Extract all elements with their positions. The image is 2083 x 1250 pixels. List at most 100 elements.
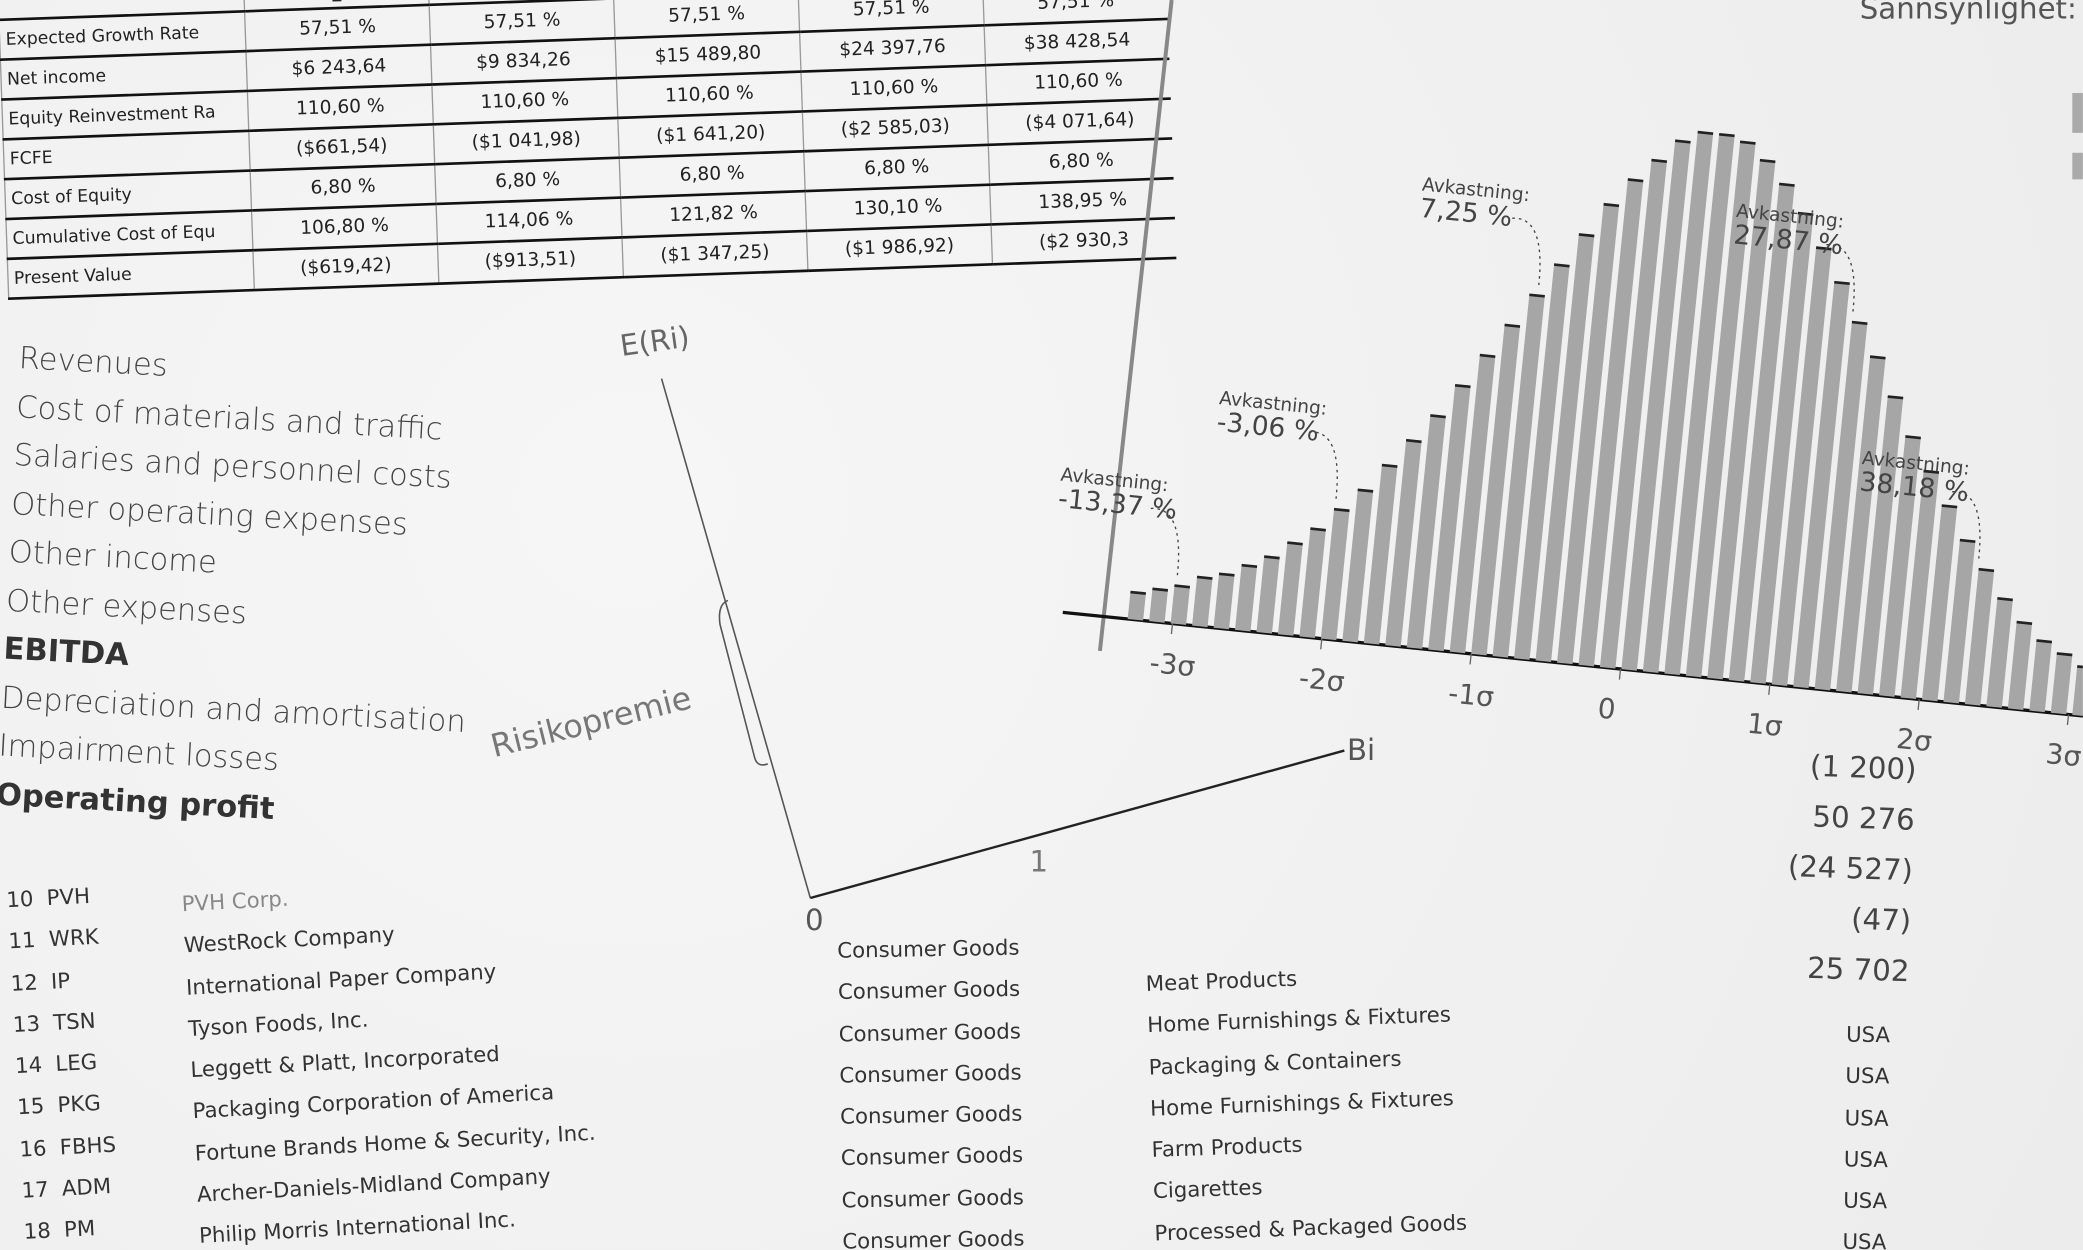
x-tick-label: 1σ — [1746, 707, 1785, 743]
risk-premium-bracket — [718, 599, 769, 766]
rank: 10 — [5, 885, 35, 913]
bar-cap — [1869, 355, 1886, 360]
bar-cap — [1333, 507, 1350, 513]
sector: Consumer Goods — [838, 1017, 1022, 1047]
bar-cap — [1264, 555, 1280, 560]
bar-cap — [1851, 320, 1868, 325]
bar-cap — [1651, 158, 1668, 163]
histogram-bar — [1235, 565, 1258, 632]
bar-cap — [1405, 438, 1422, 444]
bar-cap — [1504, 323, 1521, 328]
bar-cap — [1834, 280, 1850, 286]
bracket-label: Risikopremie — [487, 678, 695, 764]
bar-cap — [1553, 263, 1570, 268]
histogram-bar — [1213, 573, 1235, 630]
company-rank-ticker: 11 WRK — [7, 916, 106, 963]
x-tick — [1320, 638, 1323, 650]
ticker: FBHS — [59, 1131, 117, 1160]
country: USA — [1842, 1187, 1888, 1214]
company-rank-column: 10 PVH 11 WRK 12 IP 13 TSN 14 LEG 15 PKG 16 FBHS 17 ADM… — [5, 874, 121, 1250]
collage: 12345Expected Growth Rate57,51 %57,51 %5… — [0, 0, 2083, 1250]
histogram-bar — [2050, 653, 2073, 715]
bar-cap — [1759, 158, 1776, 164]
company-rank-ticker: 14 LEG — [14, 1040, 113, 1087]
bar-cap — [1430, 414, 1446, 419]
bar-cap — [2077, 665, 2083, 670]
country: USA — [1844, 1104, 1889, 1131]
x-axis-label: Bi — [1347, 733, 1375, 767]
x-tick — [1768, 684, 1771, 695]
bar-cap — [1905, 435, 1921, 440]
bar-cap — [1196, 575, 1213, 580]
bar-cap — [1719, 132, 1735, 138]
x-tick-label: 2σ — [1895, 722, 1934, 758]
rank: 11 — [7, 927, 37, 955]
sector: Consumer Goods — [839, 1059, 1022, 1088]
bar-cap — [1697, 130, 1714, 135]
ticker: PKG — [56, 1090, 102, 1119]
tick-1: 1 — [1030, 844, 1049, 878]
country: USA — [1845, 1021, 1891, 1048]
histogram-bar — [1986, 598, 2013, 708]
sector: Consumer Goods — [837, 976, 1021, 1005]
y-axis-label: E(Ri) — [618, 320, 692, 363]
histogram-bar — [1277, 542, 1303, 636]
rank: 14 — [14, 1052, 43, 1079]
chart-y-axis — [1097, 0, 1174, 652]
annotation-arrow — [1512, 217, 1541, 286]
sector: Consumer Goods — [840, 1142, 1024, 1171]
sector: Consumer Goods — [842, 1225, 1025, 1250]
country: USA — [1843, 1146, 1889, 1173]
rank: 16 — [18, 1135, 48, 1162]
country: USA — [1845, 1063, 1890, 1090]
bar-cap — [1241, 563, 1258, 569]
bar-cap — [1454, 383, 1471, 389]
bar-cap — [1627, 178, 1644, 183]
ticker: PM — [63, 1215, 96, 1243]
y-axis-line — [660, 378, 812, 899]
ticker: TSN — [52, 1007, 97, 1036]
bar-cap — [1674, 139, 1691, 144]
company-name-column: PVH Corp. WestRock Company International P… — [181, 862, 601, 1250]
histogram-bar — [2029, 640, 2052, 713]
bar-cap — [1152, 587, 1169, 592]
x-tick — [1917, 699, 1920, 711]
rank: 13 — [12, 1010, 41, 1038]
company-rank-ticker: 15 PKG — [16, 1082, 115, 1129]
bar-cap — [1529, 293, 1545, 298]
sector: Consumer Goods — [837, 934, 1020, 964]
origin-label: 0 — [805, 903, 824, 937]
country: USA — [1842, 1229, 1887, 1250]
company-rank-ticker: 13 TSN — [12, 999, 111, 1046]
x-tick-label: 3σ — [2044, 737, 2083, 773]
bar-cap — [1381, 463, 1398, 468]
bar-cap — [1739, 140, 1756, 145]
histogram-bar — [1299, 528, 1326, 638]
company-rank-ticker: 18 PM — [23, 1206, 122, 1250]
bar-cap — [1887, 395, 1904, 400]
sector-column: Consumer Goods Consumer Goods Consumer Goo… — [837, 927, 1025, 1250]
ticker: WRK — [48, 924, 100, 952]
histogram-bar — [1192, 576, 1213, 628]
rank: 17 — [20, 1176, 50, 1204]
x-tick-label: -3σ — [1148, 646, 1197, 683]
bar-cap — [1479, 353, 1496, 359]
x-tick — [2066, 714, 2070, 726]
legend-swatch — [2072, 92, 2083, 133]
histogram-bar — [1149, 588, 1168, 623]
bar-cap — [2016, 620, 2033, 625]
company-rank-ticker: 16 FBHS — [18, 1123, 117, 1170]
bar-cap — [1603, 202, 1620, 208]
rank: 18 — [23, 1218, 52, 1245]
legend-title: Sannsynlighet: — [1860, 0, 2077, 26]
company-rank-ticker: 12 IP — [10, 957, 109, 1004]
rank: 15 — [16, 1093, 45, 1121]
company-rank-ticker: 17 ADM — [21, 1165, 120, 1212]
x-tick-label: -1σ — [1447, 676, 1496, 713]
ticker: PVH — [46, 882, 91, 911]
bar-cap — [1997, 597, 2013, 602]
x-tick-label: 0 — [1596, 692, 1617, 727]
country-column: USAUSAUSAUSAUSAUSAUSA — [1841, 1014, 1890, 1250]
sector: Consumer Goods — [839, 1100, 1023, 1130]
industry-column: Meat Products Home Furnishings & Fixtures… — [1145, 952, 1468, 1250]
